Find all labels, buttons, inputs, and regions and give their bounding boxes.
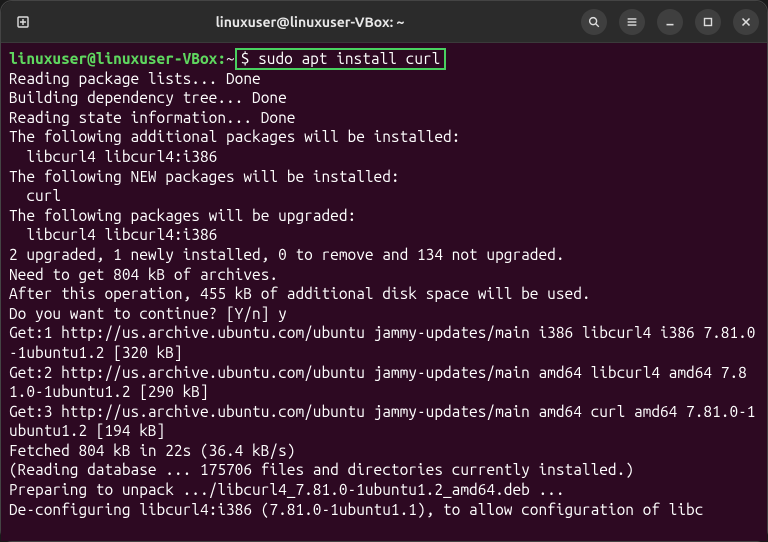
output-line: Preparing to unpack .../libcurl4_7.81.0-…: [9, 481, 565, 498]
output-line: 2 upgraded, 1 newly installed, 0 to remo…: [9, 246, 565, 263]
output-line: Reading package lists... Done: [9, 70, 261, 87]
output-line: The following packages will be upgraded:: [9, 207, 356, 224]
window-title: linuxuser@linuxuser-VBox: ~: [39, 14, 581, 30]
output-line: Do you want to continue? [Y/n] y: [9, 305, 287, 322]
output-line: libcurl4 libcurl4:i386: [9, 148, 217, 165]
prompt-dollar: $: [241, 50, 250, 67]
output-line: Get:1 http://us.archive.ubuntu.com/ubunt…: [9, 324, 755, 361]
output-line: libcurl4 libcurl4:i386: [9, 226, 217, 243]
output-line: (Reading database ... 175706 files and d…: [9, 461, 634, 478]
output-line: De-configuring libcurl4:i386 (7.81.0-1ub…: [9, 501, 703, 518]
output-line: Get:3 http://us.archive.ubuntu.com/ubunt…: [9, 403, 755, 440]
minimize-button[interactable]: [657, 9, 683, 35]
close-icon: [739, 15, 753, 29]
hamburger-icon: [625, 15, 639, 29]
maximize-button[interactable]: [695, 9, 721, 35]
output-line: The following NEW packages will be insta…: [9, 168, 400, 185]
close-button[interactable]: [733, 9, 759, 35]
output-line: The following additional packages will b…: [9, 128, 460, 145]
new-tab-icon: [16, 14, 32, 30]
prompt-userhost: linuxuser@linuxuser-VBox:: [9, 50, 226, 67]
terminal-output[interactable]: linuxuser@linuxuser-VBox:~$ sudo apt ins…: [1, 43, 767, 541]
search-button[interactable]: [581, 9, 607, 35]
maximize-icon: [701, 15, 715, 29]
output-line: Reading state information... Done: [9, 109, 295, 126]
output-line: Fetched 804 kB in 22s (36.4 kB/s): [9, 442, 295, 459]
search-icon: [587, 15, 601, 29]
minimize-icon: [663, 15, 677, 29]
output-line: Need to get 804 kB of archives.: [9, 266, 278, 283]
prompt-path: ~: [226, 50, 235, 67]
output-line: curl: [9, 187, 61, 204]
output-line: After this operation, 455 kB of addition…: [9, 285, 591, 302]
command-text: sudo apt install curl: [258, 50, 440, 67]
new-tab-button[interactable]: [9, 7, 39, 37]
menu-button[interactable]: [619, 9, 645, 35]
command-highlight: $ sudo apt install curl: [235, 48, 447, 70]
window-titlebar: linuxuser@linuxuser-VBox: ~: [1, 1, 767, 43]
output-line: Get:2 http://us.archive.ubuntu.com/ubunt…: [9, 364, 747, 401]
output-line: Building dependency tree... Done: [9, 89, 287, 106]
